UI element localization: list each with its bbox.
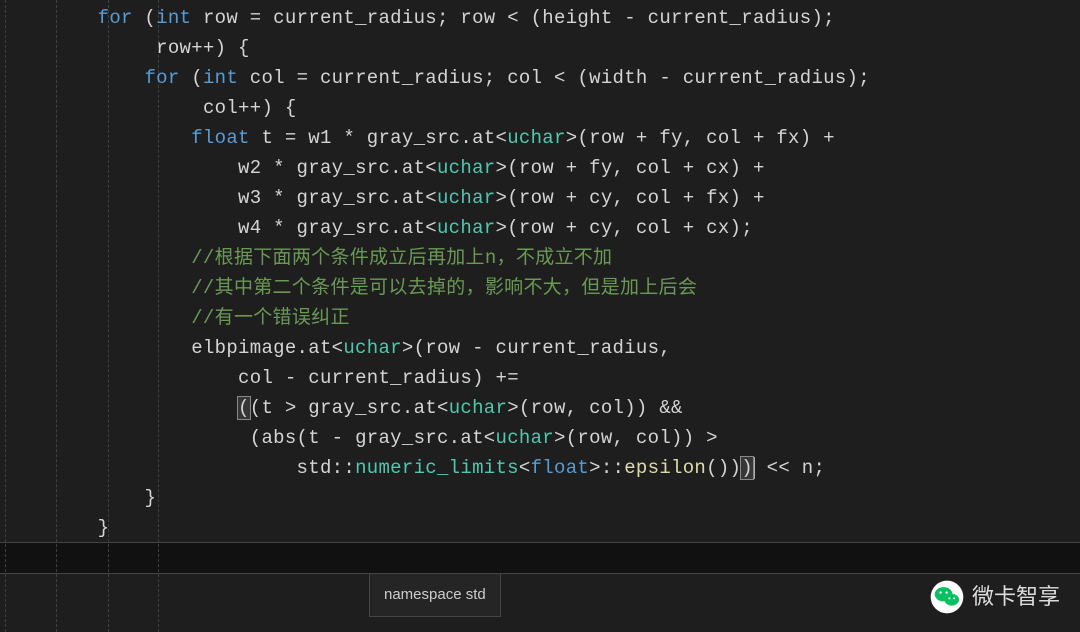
code-line[interactable]: }: [0, 513, 1080, 543]
punct: >: [589, 457, 601, 479]
code-line[interactable]: std::numeric_limits<float>::epsilon())) …: [0, 453, 1080, 483]
wechat-icon: [930, 580, 964, 614]
keyword: int: [156, 7, 191, 29]
comment: //根据下面两个条件成立后再加上n，不成立不加: [191, 247, 612, 269]
type-name: numeric_limits: [355, 457, 519, 479]
code-text: >(row + cy, col + cx);: [496, 217, 753, 239]
code-text: >(row, col)) &&: [507, 397, 683, 419]
bracket-highlight: ): [741, 457, 753, 479]
type-name: uchar: [343, 337, 402, 359]
code-line[interactable]: row++) {: [0, 33, 1080, 63]
namespace: std: [297, 457, 332, 479]
code-text: w3 * gray_src.at<: [238, 187, 437, 209]
code-text: col = current_radius; col < (width - cur…: [238, 67, 870, 89]
code-line[interactable]: w2 * gray_src.at<uchar>(row + fy, col + …: [0, 153, 1080, 183]
keyword: int: [203, 67, 238, 89]
code-text: >(row + fy, col + fx) +: [566, 127, 835, 149]
comment: //其中第二个条件是可以去掉的，影响不大，但是加上后会: [191, 277, 697, 299]
comment: //有一个错误纠正: [191, 307, 350, 329]
code-text: >(row - current_radius,: [402, 337, 671, 359]
code-line[interactable]: ((t > gray_src.at<uchar>(row, col)) &&: [0, 393, 1080, 423]
code-line[interactable]: col++) {: [0, 93, 1080, 123]
watermark-text: 微卡智享: [972, 582, 1060, 612]
code-text: }: [144, 487, 156, 509]
punct: ()): [706, 457, 741, 479]
code-line[interactable]: }: [0, 483, 1080, 513]
code-text: col - current_radius) +=: [238, 367, 519, 389]
code-text: (t > gray_src.at<: [250, 397, 449, 419]
code-text: >(row, col)) >: [554, 427, 718, 449]
code-line[interactable]: col - current_radius) +=: [0, 363, 1080, 393]
keyword: for: [98, 7, 133, 29]
watermark: 微卡智享: [930, 580, 1060, 614]
code-line[interactable]: //其中第二个条件是可以去掉的，影响不大，但是加上后会: [0, 273, 1080, 303]
code-line[interactable]: //根据下面两个条件成立后再加上n，不成立不加: [0, 243, 1080, 273]
hover-tooltip: namespace std: [369, 573, 501, 617]
current-line-highlight: [0, 543, 1080, 573]
code-text: w4 * gray_src.at<: [238, 217, 437, 239]
code-line[interactable]: for (int row = current_radius; row < (he…: [0, 3, 1080, 33]
code-text: >(row + cy, col + fx) +: [496, 187, 765, 209]
code-line[interactable]: w3 * gray_src.at<uchar>(row + cy, col + …: [0, 183, 1080, 213]
function-name: epsilon: [624, 457, 706, 479]
code-text: row = current_radius; row < (height - cu…: [191, 7, 835, 29]
keyword: for: [144, 67, 179, 89]
code-text: << n;: [755, 457, 825, 479]
type-name: uchar: [437, 157, 496, 179]
code-line[interactable]: elbpimage.at<uchar>(row - current_radius…: [0, 333, 1080, 363]
code-text: >(row + fy, col + cx) +: [496, 157, 765, 179]
keyword: float: [531, 457, 590, 479]
code-text: col++) {: [203, 97, 297, 119]
code-line[interactable]: for (int col = current_radius; col < (wi…: [0, 63, 1080, 93]
code-text: t = w1 * gray_src.at<: [250, 127, 507, 149]
punct: <: [519, 457, 531, 479]
code-text: (abs(t - gray_src.at<: [250, 427, 496, 449]
type-name: uchar: [449, 397, 508, 419]
code-text: row++) {: [156, 37, 250, 59]
type-name: uchar: [507, 127, 566, 149]
type-name: uchar: [437, 187, 496, 209]
code-text: elbpimage.at<: [191, 337, 343, 359]
tooltip-text: namespace std: [384, 586, 486, 603]
code-editor[interactable]: for (int row = current_radius; row < (he…: [0, 0, 1080, 632]
code-text: w2 * gray_src.at<: [238, 157, 437, 179]
type-name: uchar: [496, 427, 555, 449]
code-line[interactable]: w4 * gray_src.at<uchar>(row + cy, col + …: [0, 213, 1080, 243]
type-name: uchar: [437, 217, 496, 239]
code-line[interactable]: (abs(t - gray_src.at<uchar>(row, col)) >: [0, 423, 1080, 453]
punct: (: [180, 67, 203, 89]
scope-op: ::: [601, 457, 624, 479]
punct: (: [133, 7, 156, 29]
code-line[interactable]: float t = w1 * gray_src.at<uchar>(row + …: [0, 123, 1080, 153]
code-text: }: [98, 517, 110, 539]
keyword: float: [191, 127, 250, 149]
scope-op: ::: [332, 457, 355, 479]
bracket-highlight: (: [238, 397, 250, 419]
code-line[interactable]: //有一个错误纠正: [0, 303, 1080, 333]
